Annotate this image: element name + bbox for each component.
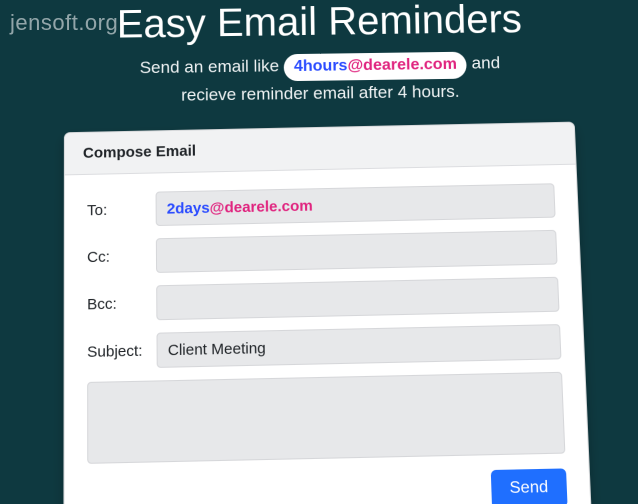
example-email-domain: dearele.com xyxy=(363,56,457,74)
row-cc: Cc: xyxy=(87,229,558,274)
example-email-user: 4hours xyxy=(294,57,348,75)
cc-field[interactable] xyxy=(156,229,558,272)
send-button[interactable]: Send xyxy=(490,468,567,504)
lead-pre: Send an email like xyxy=(140,56,284,77)
row-to: To: 2days@dearele.com xyxy=(87,183,556,227)
hero: Easy Email Reminders Send an email like … xyxy=(0,0,638,111)
example-email-at: @ xyxy=(347,57,363,74)
to-value-at: @ xyxy=(210,198,225,216)
label-bcc: Bcc: xyxy=(87,293,156,312)
example-email-pill: 4hours@dearele.com xyxy=(284,52,467,82)
label-to: To: xyxy=(87,200,156,219)
lead-line2: recieve reminder email after 4 hours. xyxy=(181,82,460,105)
row-bcc: Bcc: xyxy=(87,276,559,321)
row-subject: Subject: Client Meeting xyxy=(87,324,561,369)
compose-wrapper: Compose Email To: 2days@dearele.com Cc: … xyxy=(63,121,592,504)
subject-field[interactable]: Client Meeting xyxy=(156,324,561,368)
to-field[interactable]: 2days@dearele.com xyxy=(156,183,556,226)
to-value-user: 2days xyxy=(167,199,210,217)
compose-card: Compose Email To: 2days@dearele.com Cc: … xyxy=(63,121,592,504)
hero-subtitle: Send an email like 4hours@dearele.com an… xyxy=(0,48,638,110)
actions: Send xyxy=(87,468,567,504)
to-value-domain: dearele.com xyxy=(224,196,313,215)
label-cc: Cc: xyxy=(87,246,156,265)
compose-body: To: 2days@dearele.com Cc: Bcc: Subject: … xyxy=(64,164,591,504)
lead-post: and xyxy=(471,53,500,72)
label-subject: Subject: xyxy=(87,341,157,360)
bcc-field[interactable] xyxy=(156,276,559,319)
stage: Easy Email Reminders Send an email like … xyxy=(0,0,638,504)
page-title: Easy Email Reminders xyxy=(0,0,638,49)
message-field[interactable] xyxy=(87,371,565,463)
